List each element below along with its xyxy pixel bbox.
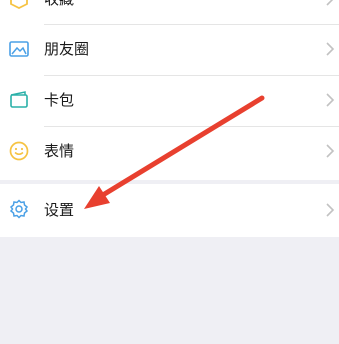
cube-icon	[10, 0, 28, 10]
menu-item-label: 收藏	[44, 0, 74, 9]
menu-group-settings: 设置	[0, 184, 339, 237]
menu-item-moments[interactable]: 朋友圈	[0, 25, 339, 76]
chevron-right-icon	[326, 93, 335, 107]
image-icon	[9, 41, 29, 57]
wallet-icon	[10, 91, 28, 108]
menu-group-main: 收藏 朋友圈 卡包 表情	[0, 0, 339, 180]
menu-item-cards[interactable]: 卡包	[0, 76, 339, 127]
menu-item-label: 卡包	[44, 91, 75, 109]
gear-icon	[9, 199, 29, 219]
menu-item-stickers[interactable]: 表情	[0, 127, 339, 178]
menu-item-settings[interactable]: 设置	[0, 184, 339, 235]
menu-item-label: 表情	[44, 142, 75, 160]
menu-item-label: 朋友圈	[44, 40, 90, 58]
menu-item-label: 设置	[44, 201, 75, 219]
chevron-right-icon	[326, 42, 335, 56]
chevron-right-icon	[326, 0, 334, 6]
menu-item-favorites[interactable]: 收藏	[0, 0, 339, 25]
chevron-right-icon	[326, 144, 335, 158]
smiley-icon	[9, 141, 29, 161]
chevron-right-icon	[326, 203, 335, 217]
